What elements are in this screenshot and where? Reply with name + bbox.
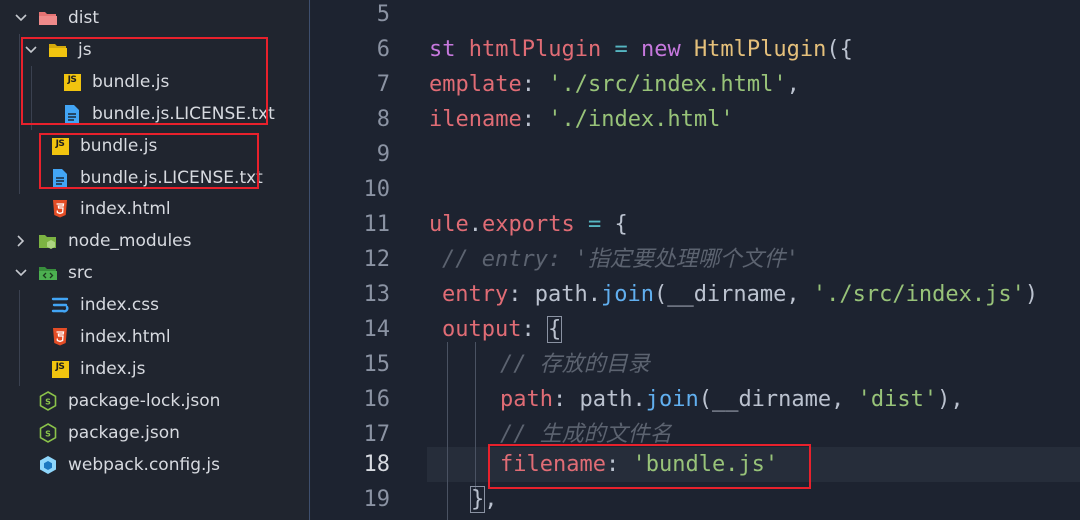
- code-line-15: // 存放的目录: [500, 352, 650, 377]
- tree-item-index-css[interactable]: index.css: [0, 289, 310, 321]
- tree-item-package-lock-json[interactable]: S package-lock.json: [0, 385, 310, 417]
- code-line-14: output: {: [442, 316, 563, 343]
- javascript-file-icon: JS: [50, 359, 70, 379]
- folder-js-icon: [48, 40, 68, 60]
- tree-item-label: bundle.js.LICENSE.txt: [80, 168, 263, 188]
- tree-item-label: node_modules: [68, 231, 192, 251]
- line-number-active: 18: [363, 452, 391, 477]
- tree-item-label: js: [78, 40, 92, 60]
- tree-item-index-html[interactable]: index.html: [0, 321, 310, 353]
- tree-item-label: index.html: [80, 199, 171, 219]
- code-editor[interactable]: 5 6 7 8 9 10 11 12 13 14 15 16 17 18 19 …: [311, 0, 1080, 520]
- chevron-down-icon: [24, 40, 38, 60]
- code-line-13: entry: path.join(__dirname, './src/index…: [442, 282, 1039, 307]
- css3-icon: [50, 295, 70, 315]
- code-line-8: ilename: './index.html': [429, 107, 734, 132]
- line-number: 13: [363, 282, 391, 307]
- line-number: 8: [376, 107, 390, 132]
- tree-item-dist[interactable]: dist: [0, 2, 310, 34]
- javascript-file-icon: JS: [50, 136, 70, 156]
- code-line-6: st htmlPlugin = new HtmlPlugin({: [429, 37, 853, 62]
- tree-item-label: bundle.js.LICENSE.txt: [92, 104, 275, 124]
- html5-icon: [50, 327, 70, 347]
- chevron-down-icon: [14, 263, 28, 283]
- svg-text:S: S: [45, 430, 51, 439]
- nodejs-icon: S: [38, 423, 58, 443]
- nodejs-icon: S: [38, 391, 58, 411]
- text-file-icon: [62, 104, 82, 124]
- code-line-12: // entry: '指定要处理哪个文件': [442, 247, 799, 272]
- tree-item-package-json[interactable]: S package.json: [0, 417, 310, 449]
- chevron-down-icon: [14, 8, 28, 28]
- tree-item-src[interactable]: src: [0, 257, 310, 289]
- line-number: 7: [376, 72, 390, 97]
- line-number: 11: [363, 212, 391, 237]
- chevron-right-icon: [14, 231, 28, 251]
- html5-icon: [50, 199, 70, 219]
- line-number: 14: [363, 317, 391, 342]
- text-file-icon: [50, 168, 70, 188]
- tree-item-webpack-config-js[interactable]: webpack.config.js: [0, 449, 310, 481]
- tree-item-label: index.html: [80, 327, 171, 347]
- tree-item-index-js[interactable]: JS index.js: [0, 353, 310, 385]
- tree-item-label: bundle.js: [80, 136, 158, 156]
- line-number: 5: [376, 2, 390, 27]
- line-number: 12: [363, 247, 391, 272]
- folder-open-icon: [38, 8, 58, 28]
- tree-item-bundle-js[interactable]: JS bundle.js: [0, 66, 310, 98]
- svg-text:S: S: [45, 398, 51, 407]
- line-number: 19: [363, 487, 391, 512]
- line-number: 15: [363, 352, 391, 377]
- file-explorer: dist js JS bundle.js bundle.js.LICENSE.t…: [0, 0, 310, 520]
- code-line-18: filename: 'bundle.js': [500, 452, 779, 477]
- indent-guide: [475, 342, 476, 492]
- tree-item-index-html[interactable]: index.html: [0, 193, 310, 225]
- tree-item-label: index.css: [80, 295, 159, 315]
- webpack-icon: [38, 455, 58, 475]
- code-line-19: },: [469, 486, 498, 513]
- tree-item-js-folder[interactable]: js: [0, 34, 310, 66]
- javascript-file-icon: JS: [62, 72, 82, 92]
- tree-item-node-modules[interactable]: node_modules: [0, 225, 310, 257]
- line-number: 10: [363, 177, 391, 202]
- folder-src-icon: [38, 263, 58, 283]
- tree-item-label: dist: [68, 8, 100, 28]
- code-line-16: path: path.join(__dirname, 'dist'),: [500, 387, 964, 412]
- tree-item-label: src: [68, 263, 93, 283]
- line-number: 16: [363, 387, 391, 412]
- tree-item-label: package.json: [68, 423, 180, 443]
- folder-node-icon: [38, 231, 58, 251]
- tree-item-label: bundle.js: [92, 72, 170, 92]
- tree-item-bundle-js[interactable]: JS bundle.js: [0, 130, 310, 162]
- code-line-11: ule.exports = {: [429, 212, 628, 237]
- tree-item-label: index.js: [80, 359, 146, 379]
- tree-item-label: webpack.config.js: [68, 455, 220, 475]
- tree-item-bundle-license-txt[interactable]: bundle.js.LICENSE.txt: [0, 98, 310, 130]
- line-number: 9: [376, 142, 390, 167]
- tree-item-label: package-lock.json: [68, 391, 221, 411]
- line-number: 6: [376, 37, 390, 62]
- code-line-7: emplate: './src/index.html',: [429, 72, 800, 97]
- indent-guide: [447, 342, 448, 520]
- tree-item-bundle-license-txt[interactable]: bundle.js.LICENSE.txt: [0, 162, 310, 194]
